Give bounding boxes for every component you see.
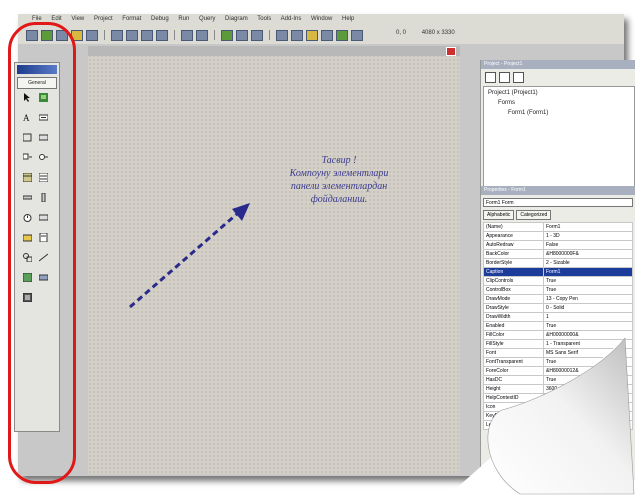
property-row[interactable]: DrawMode 13 - Copy Pen [483,294,633,304]
project-explorer-toolbar [485,72,524,83]
form-layout-icon[interactable] [306,29,318,41]
menu-item-view[interactable]: View [71,16,84,22]
designer-title-bar [88,46,460,56]
annotation-line: фойдаланиш. [310,194,368,205]
property-name: Caption [483,267,544,277]
menu-item-help[interactable]: Help [342,16,354,22]
menu-item-run[interactable]: Run [178,16,189,22]
dashed-arrow-icon [129,203,250,309]
project-tree: Project1 (Project1) Forms Form1 (Form1) [483,86,635,192]
position-readout: 0, 0 [396,30,407,36]
property-value[interactable]: 0 - Solid [543,303,633,313]
menu-item-query[interactable]: Query [199,16,215,22]
object-dropdown[interactable]: Form1 Form [483,198,633,207]
properties-window-icon[interactable] [291,29,303,41]
property-value[interactable]: 13 - Copy Pen [543,294,633,304]
property-value[interactable]: True [543,276,633,286]
property-name: DrawStyle [483,303,544,313]
paste-icon[interactable] [141,29,153,41]
menu-item-format[interactable]: Format [122,16,141,22]
toolbar-separator [174,30,175,40]
size-readout: 4080 x 3330 [421,30,455,36]
property-row[interactable]: ControlBox True [483,285,633,295]
property-row[interactable]: DrawWidth 1 [483,312,633,322]
toolbar-separator [269,30,270,40]
menu-item-addins[interactable]: Add-Ins [281,16,302,22]
property-name: (Name) [483,222,544,232]
menu-item-debug[interactable]: Debug [151,16,169,22]
find-icon[interactable] [156,29,168,41]
property-row[interactable]: AutoRedraw False [483,240,633,250]
menu-item-window[interactable]: Window [311,16,332,22]
end-icon[interactable] [251,29,263,41]
tree-item-project[interactable]: Project1 (Project1) [488,90,538,96]
property-row[interactable]: BorderStyle 2 - Sizable [483,258,633,268]
redo-icon[interactable] [196,29,208,41]
annotation-line: Тасвир ! [321,155,357,166]
property-value[interactable]: 1 [543,312,633,322]
annotation-text: Тасвир ! Компоуну элементлари панели эле… [250,154,428,206]
tab-alphabetic[interactable]: Alphabetic [483,210,515,220]
property-value[interactable]: 2 - Sizable [543,258,633,268]
standard-toolbar [26,28,363,42]
toggle-folders-icon[interactable] [513,72,524,83]
view-code-icon[interactable] [485,72,496,83]
property-value[interactable]: Form1 [543,222,633,232]
project-explorer-icon[interactable] [276,29,288,41]
cut-icon[interactable] [111,29,123,41]
property-value[interactable]: True [543,285,633,295]
tree-item-form1[interactable]: Form1 (Form1) [508,110,548,116]
property-name: DrawWidth [483,312,544,322]
object-browser-icon[interactable] [321,29,333,41]
tree-item-forms[interactable]: Forms [498,100,515,106]
properties-title: Properties - Form1 [481,186,635,195]
page-curl-decoration [450,337,635,495]
view-object-icon[interactable] [499,72,510,83]
property-row[interactable]: ClipControls True [483,276,633,286]
undo-icon[interactable] [181,29,193,41]
project-explorer-title: Project - Project1 [481,60,635,69]
property-name: BorderStyle [483,258,544,268]
property-row[interactable]: (Name) Form1 [483,222,633,232]
annotation-line: панели элементлардан [290,181,388,192]
property-name: DrawMode [483,294,544,304]
property-row[interactable]: Caption Form1 [483,267,633,277]
position-size-readout: 0, 0 4080 x 3330 [396,30,455,36]
menu-toolbar-area: File Edit View Project Format Debug Run … [18,14,624,44]
property-value[interactable]: False [543,240,633,250]
property-row[interactable]: BackColor &H8000000F& [483,249,633,259]
property-name: ControlBox [483,285,544,295]
menu-bar: File Edit View Project Format Debug Run … [32,16,362,22]
menu-item-diagram[interactable]: Diagram [225,16,248,22]
property-row[interactable]: DrawStyle 0 - Solid [483,303,633,313]
tab-categorized[interactable]: Categorized [516,210,552,220]
toolbox-icon[interactable] [336,29,348,41]
annotation-line: Компоуну элементлари [289,168,389,179]
property-name: ClipControls [483,276,544,286]
menu-item-edit[interactable]: Edit [51,16,61,22]
toolbar-separator [214,30,215,40]
toolbox-highlight-outline [8,22,76,484]
copy-icon[interactable] [126,29,138,41]
menu-item-tools[interactable]: Tools [257,16,271,22]
property-name: BackColor [483,249,544,259]
property-value[interactable]: Form1 [543,267,633,277]
data-view-icon[interactable] [351,29,363,41]
start-icon[interactable] [221,29,233,41]
property-row[interactable]: Appearance 1 - 3D [483,231,633,241]
toolbar-separator [104,30,105,40]
property-name: Appearance [483,231,544,241]
save-project-icon[interactable] [86,29,98,41]
close-icon[interactable] [446,47,456,56]
menu-item-project[interactable]: Project [94,16,113,22]
property-name: AutoRedraw [483,240,544,250]
property-value[interactable]: 1 - 3D [543,231,633,241]
properties-tabs: Alphabetic Categorized [483,210,552,220]
break-icon[interactable] [236,29,248,41]
property-value[interactable]: &H8000000F& [543,249,633,259]
